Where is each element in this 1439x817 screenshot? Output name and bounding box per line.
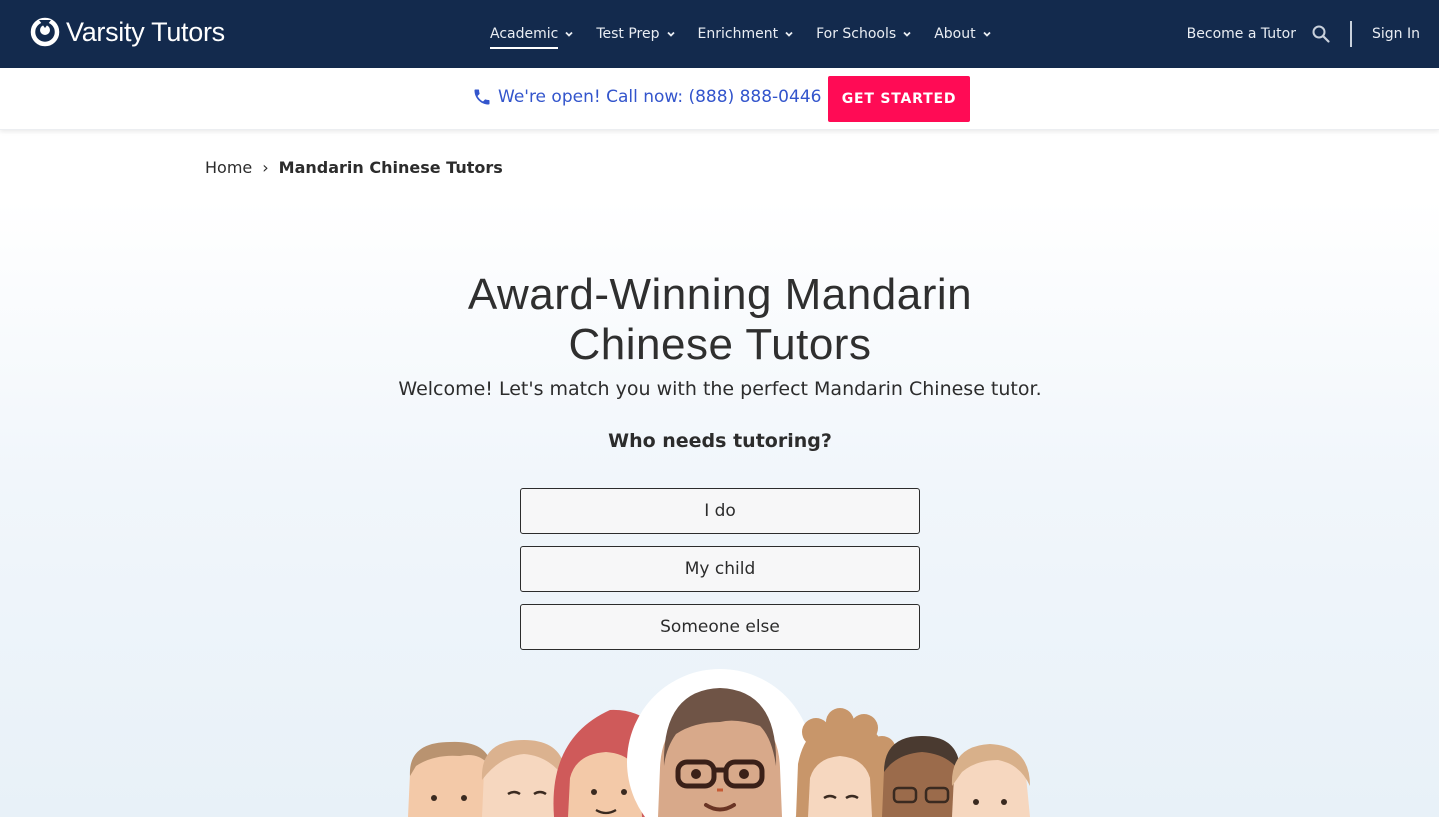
phone-call-link[interactable]: We're open! Call now: (888) 888-0446 [472, 87, 821, 107]
nav-for-schools[interactable]: For Schools [816, 0, 912, 68]
chevron-down-icon [565, 31, 573, 37]
nav-enrichment-label: Enrichment [697, 26, 779, 42]
nav-test-prep-label: Test Prep [596, 26, 660, 42]
phone-text: We're open! Call now: (888) 888-0446 [498, 87, 822, 107]
page-title: Award-Winning Mandarin Chinese Tutors [360, 270, 1080, 370]
page-title-line-1: Award-Winning Mandarin [467, 270, 973, 319]
featured-tutor-illustration [627, 669, 813, 817]
nav-test-prep[interactable]: Test Prep [596, 0, 675, 68]
chevron-down-icon [666, 31, 675, 37]
sign-in-link[interactable]: Sign In [1372, 26, 1420, 42]
brand-logo[interactable]: Varsity Tutors [30, 14, 225, 50]
phone-icon [474, 89, 490, 105]
person-illustration [481, 740, 566, 817]
chevron-down-icon [903, 31, 911, 37]
nav-about[interactable]: About [934, 0, 991, 68]
breadcrumb-home-link[interactable]: Home [205, 158, 252, 177]
nav-academic-label: Academic [490, 26, 559, 49]
nav-divider [1350, 21, 1352, 47]
nav-right-actions: Become a Tutor Sign In [1187, 0, 1420, 68]
breadcrumb: Home › Mandarin Chinese Tutors [205, 158, 503, 177]
person-illustration [951, 744, 1030, 817]
chevron-down-icon [982, 31, 991, 37]
breadcrumb-current: Mandarin Chinese Tutors [278, 158, 503, 177]
tutors-illustration [408, 669, 1030, 817]
become-tutor-link[interactable]: Become a Tutor [1187, 26, 1296, 42]
option-i-do-button[interactable]: I do [520, 488, 920, 534]
person-illustration [408, 741, 492, 817]
option-my-child-button[interactable]: My child [520, 546, 920, 592]
breadcrumb-separator: › [262, 158, 269, 177]
nav-for-schools-label: For Schools [816, 26, 897, 42]
page-title-line-2: Chinese Tutors [568, 320, 872, 369]
nav-academic[interactable]: Academic [490, 0, 574, 68]
nav-about-label: About [934, 26, 976, 42]
cta-bar: We're open! Call now: (888) 888-0446 GET… [0, 68, 1439, 130]
option-someone-else-button[interactable]: Someone else [520, 604, 920, 650]
nav-enrichment[interactable]: Enrichment [698, 0, 795, 68]
chevron-down-icon [785, 31, 793, 37]
logo-mark-icon [30, 17, 60, 47]
hero-subtitle: Welcome! Let's match you with the perfec… [398, 378, 1042, 400]
person-illustration [882, 736, 962, 817]
search-button[interactable] [1310, 23, 1332, 45]
person-illustration [796, 708, 896, 817]
top-navigation: Varsity Tutors Academic Test Prep Enrich… [0, 0, 1439, 68]
search-icon [1312, 25, 1330, 43]
brand-name: Varsity Tutors [66, 16, 225, 47]
main-menu: Academic Test Prep Enrichment For School… [490, 0, 992, 68]
get-started-button[interactable]: GET STARTED [828, 76, 970, 122]
who-needs-tutoring-heading: Who needs tutoring? [608, 430, 832, 452]
